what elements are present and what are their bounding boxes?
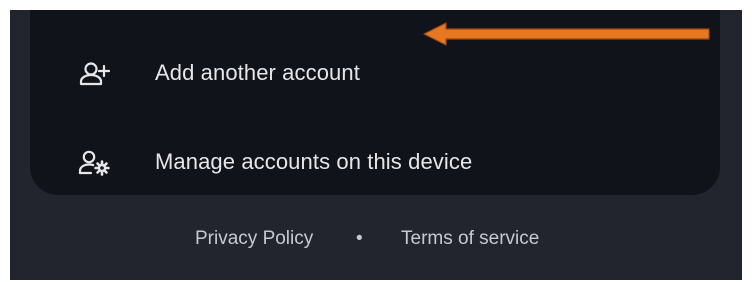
manage-accounts-item[interactable]: Manage accounts on this device [30, 122, 720, 202]
manage-accounts-icon [78, 150, 112, 176]
annotation-arrow [423, 22, 710, 46]
accounts-card: Add another account Manage accounts on t… [30, 10, 720, 195]
add-another-account-label: Add another account [155, 60, 360, 85]
person-add-icon [78, 61, 112, 87]
manage-accounts-label: Manage accounts on this device [155, 149, 473, 174]
terms-of-service-link[interactable]: Terms of service [401, 228, 539, 250]
footer: Privacy Policy • Terms of service [10, 226, 742, 256]
account-sheet-screen: Add another account Manage accounts on t… [10, 10, 742, 280]
footer-separator: • [356, 228, 363, 249]
privacy-policy-link[interactable]: Privacy Policy [195, 228, 313, 250]
